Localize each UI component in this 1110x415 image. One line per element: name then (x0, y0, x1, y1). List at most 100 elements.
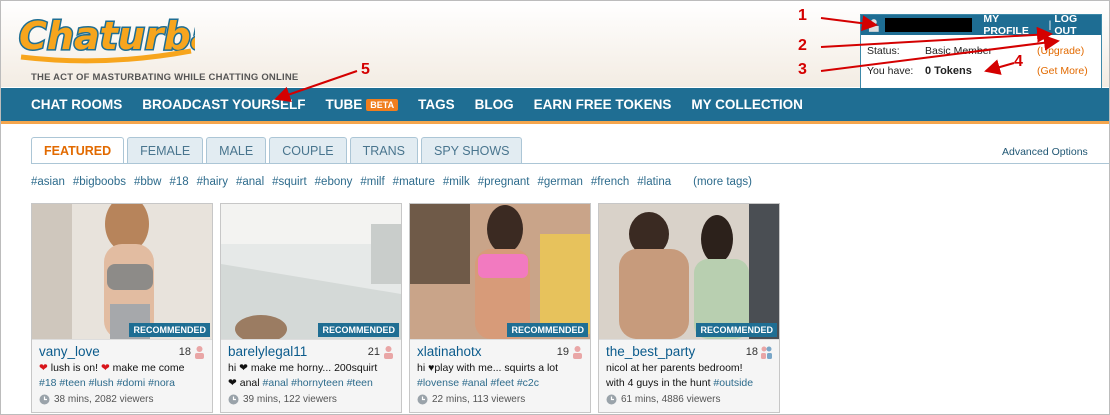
subject-tags[interactable]: #18 #teen #lush #domi #nora (39, 377, 175, 389)
subject-tags[interactable]: #lovense #anal #feet #c2c (417, 377, 539, 389)
room-meta-text: 22 mins, 113 viewers (432, 394, 526, 405)
tokens-label: You have: (867, 65, 914, 77)
user-panel: MY PROFILE | LOG OUT Status: Basic Membe… (860, 13, 1102, 90)
tag-link[interactable]: #french (591, 176, 629, 188)
room-username[interactable]: xlatinahotx (417, 344, 482, 359)
svg-text:Chaturbate: Chaturbate (19, 14, 195, 58)
tag-link[interactable]: #anal (236, 176, 264, 188)
my-profile-link[interactable]: MY PROFILE (983, 13, 1045, 37)
get-more-link[interactable]: (Get More) (1037, 65, 1088, 77)
room-card[interactable]: RECOMMENDED vany_love 18 ❤ lush is on! ❤… (31, 203, 213, 413)
room-age: 18 (179, 345, 206, 359)
tag-link[interactable]: #german (538, 176, 583, 188)
nav-tags[interactable]: TAGS (418, 97, 455, 112)
room-card[interactable]: RECOMMENDED the_best_party 18 nicol at h… (598, 203, 780, 413)
room-info: vany_love 18 ❤ lush is on! ❤ make me com… (32, 339, 212, 412)
tag-link[interactable]: #bbw (134, 176, 162, 188)
tag-link[interactable]: #18 (169, 176, 188, 188)
nav-broadcast-yourself[interactable]: BROADCAST YOURSELF (142, 97, 305, 112)
tag-link[interactable]: #pregnant (478, 176, 530, 188)
recommended-badge: RECOMMENDED (696, 323, 777, 337)
room-username[interactable]: vany_love (39, 344, 100, 359)
subject-tags[interactable]: #outside (713, 377, 753, 389)
room-age: 19 (557, 345, 584, 359)
room-subject: ❤ lush is on! ❤ make me come #18 #teen #… (39, 361, 206, 391)
tag-link[interactable]: #ebony (315, 176, 353, 188)
thumbnail-image (599, 204, 779, 339)
annotation-label-5: 5 (361, 61, 370, 78)
nav-tube-label: TUBE (325, 97, 363, 112)
tab-male[interactable]: MALE (206, 137, 267, 164)
clock-icon (39, 394, 50, 405)
tab-female[interactable]: FEMALE (127, 137, 204, 164)
tag-link[interactable]: #milk (443, 176, 470, 188)
subject-text: make me come (112, 362, 185, 374)
thumbnail-image (32, 204, 212, 339)
nav-my-collection[interactable]: MY COLLECTION (691, 97, 803, 112)
room-age-value: 18 (745, 345, 758, 358)
couple-icon (761, 346, 772, 359)
room-username[interactable]: the_best_party (606, 344, 695, 359)
tag-link[interactable]: #milf (360, 176, 384, 188)
nav-blog[interactable]: BLOG (475, 97, 514, 112)
heart-icon: ❤ (39, 362, 48, 374)
room-info: barelylegal11 21 hi ❤ make me horny... 2… (221, 339, 401, 412)
room-meta: 22 mins, 113 viewers (417, 394, 584, 405)
room-age-value: 19 (556, 345, 569, 358)
nav-tube[interactable]: TUBE BETA (326, 97, 399, 112)
tag-link[interactable]: #hairy (197, 176, 228, 188)
redacted-username (884, 18, 973, 32)
subject-text: with 4 guys in the hunt (606, 377, 711, 389)
subject-tags[interactable]: #anal #hornyteen #teen (263, 377, 373, 389)
room-age: 18 (746, 345, 773, 359)
heart-icon: ❤ (228, 377, 237, 389)
tab-featured[interactable]: FEATURED (31, 137, 125, 164)
clock-icon (228, 394, 239, 405)
tag-link[interactable]: #squirt (272, 176, 307, 188)
log-out-link[interactable]: LOG OUT (1054, 13, 1101, 37)
tag-link[interactable]: #mature (393, 176, 435, 188)
category-tabs: FEATURED FEMALE MALE COUPLE TRANS SPY SH… (31, 137, 525, 164)
tag-link[interactable]: #latina (637, 176, 671, 188)
nav-chat-rooms[interactable]: CHAT ROOMS (31, 97, 122, 112)
room-thumbnail[interactable]: RECOMMENDED (32, 204, 212, 339)
room-card[interactable]: RECOMMENDED xlatinahotx 19 hi ♥play with… (409, 203, 591, 413)
room-meta: 38 mins, 2082 viewers (39, 394, 206, 405)
room-thumbnail[interactable]: RECOMMENDED (221, 204, 401, 339)
subject-text: play with me... squirts a lot (434, 362, 559, 374)
subject-text: anal (239, 377, 260, 389)
recommended-badge: RECOMMENDED (507, 323, 588, 337)
clock-icon (606, 394, 617, 405)
recommended-badge: RECOMMENDED (318, 323, 399, 337)
room-thumbnail[interactable]: RECOMMENDED (599, 204, 779, 339)
tab-spy-shows[interactable]: SPY SHOWS (420, 137, 523, 164)
annotation-label-4: 4 (1014, 53, 1023, 70)
room-meta: 39 mins, 122 viewers (228, 394, 395, 405)
site-header: Chaturbate THE ACT OF MASTURBATING WHILE… (1, 1, 1109, 90)
room-card[interactable]: RECOMMENDED barelylegal11 21 hi ❤ make m… (220, 203, 402, 413)
chaturbate-logo[interactable]: Chaturbate (15, 7, 195, 69)
heart-icon: ❤ (239, 362, 248, 374)
tab-couple[interactable]: COUPLE (269, 137, 347, 164)
room-thumbnail[interactable]: RECOMMENDED (410, 204, 590, 339)
more-tags-link[interactable]: (more tags) (693, 176, 752, 188)
tag-row: #asian #bigboobs #bbw #18 #hairy #anal #… (31, 176, 752, 188)
tag-link[interactable]: #asian (31, 176, 65, 188)
room-subject: hi ♥play with me... squirts a lot #loven… (417, 361, 584, 391)
tag-link[interactable]: #bigboobs (73, 176, 126, 188)
heart-icon: ❤ (100, 362, 110, 374)
room-username[interactable]: barelylegal11 (228, 344, 307, 359)
female-icon (573, 345, 582, 359)
room-age-value: 18 (178, 345, 191, 358)
room-meta-text: 38 mins, 2082 viewers (54, 394, 154, 405)
subject-text: nicol at her parents bedroom! (606, 362, 743, 374)
room-age: 21 (368, 345, 395, 359)
tab-trans[interactable]: TRANS (349, 137, 418, 164)
status-label: Status: (867, 45, 900, 57)
tabs-divider (31, 163, 1109, 164)
nav-earn-free-tokens[interactable]: EARN FREE TOKENS (534, 97, 672, 112)
advanced-options-link[interactable]: Advanced Options (1002, 146, 1088, 158)
status-row: Status: Basic Member (Upgrade) (867, 45, 1099, 57)
female-icon (195, 345, 204, 359)
upgrade-link[interactable]: (Upgrade) (1037, 45, 1084, 57)
